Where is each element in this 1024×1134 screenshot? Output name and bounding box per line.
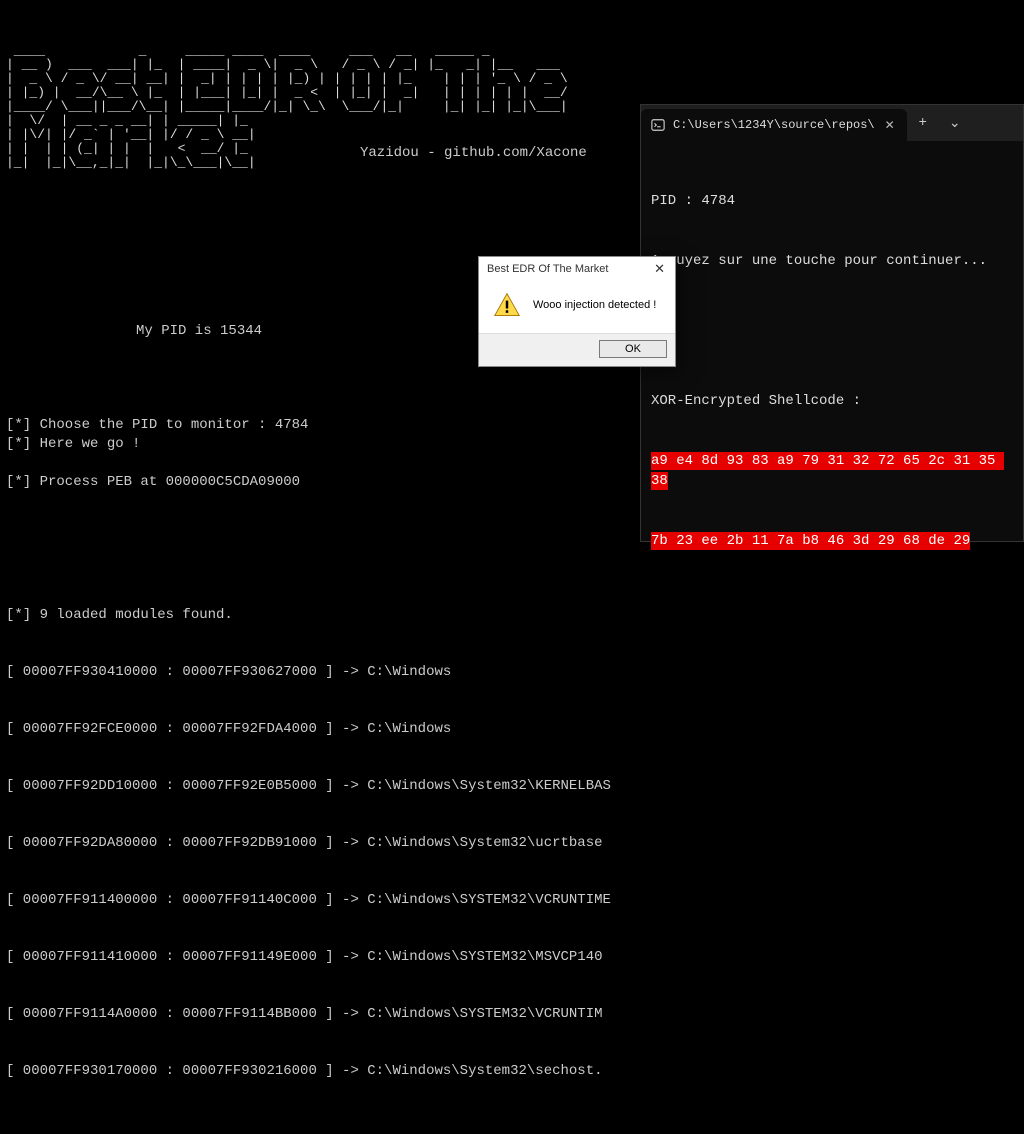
tab-close-icon[interactable]: ✕ xyxy=(883,118,897,133)
new-tab-button[interactable]: + xyxy=(907,105,939,141)
credit-line: Yazidou - github.com/Xacone xyxy=(360,144,587,162)
terminal-icon xyxy=(651,118,665,132)
dialog-message: Wooo injection detected ! xyxy=(533,299,656,311)
dialog-title: Best EDR Of The Market xyxy=(487,263,608,275)
secondary-terminal-window: C:\Users\1234Y\source\repos\ ✕ + ⌄ PID :… xyxy=(640,104,1024,542)
module-row: [ 00007FF911400000 : 00007FF91140C000 ] … xyxy=(6,891,1018,910)
module-row: [ 00007FF930410000 : 00007FF930627000 ] … xyxy=(6,663,1018,682)
module-row: [ 00007FF92DD10000 : 00007FF92E0B5000 ] … xyxy=(6,777,1018,796)
chevron-down-icon[interactable]: ⌄ xyxy=(939,105,971,141)
module-row: [ 00007FF911410000 : 00007FF91149E000 ] … xyxy=(6,948,1018,967)
modules-header: [*] 9 loaded modules found. xyxy=(6,606,1018,625)
terminal-tab[interactable]: C:\Users\1234Y\source\repos\ ✕ xyxy=(641,109,907,141)
close-icon[interactable]: ✕ xyxy=(650,261,669,277)
pid-line: PID : 4784 xyxy=(651,191,1013,211)
dialog-titlebar[interactable]: Best EDR Of The Market ✕ xyxy=(479,257,675,281)
shellcode-bytes-row: 7b 23 ee 2b 11 7a b8 46 3d 29 68 de 29 xyxy=(651,532,970,550)
dialog-footer: OK xyxy=(479,333,675,366)
module-row: [ 00007FF9114A0000 : 00007FF9114BB000 ] … xyxy=(6,1005,1018,1024)
dialog-body: Wooo injection detected ! xyxy=(479,281,675,333)
module-row: [ 00007FF930170000 : 00007FF930216000 ] … xyxy=(6,1062,1018,1081)
warning-icon xyxy=(493,291,521,319)
secondary-terminal-body: PID : 4784 Appuyez sur une touche pour c… xyxy=(641,141,1023,601)
alert-dialog: Best EDR Of The Market ✕ Wooo injection … xyxy=(478,256,676,367)
shellcode-bytes-row: a9 e4 8d 93 83 a9 79 31 32 72 65 2c 31 3… xyxy=(651,452,1004,490)
window-titlebar[interactable]: C:\Users\1234Y\source\repos\ ✕ + ⌄ xyxy=(641,105,1023,141)
continue-prompt: Appuyez sur une touche pour continuer... xyxy=(651,251,1013,271)
ok-button[interactable]: OK xyxy=(599,340,667,358)
modules-block: [*] 9 loaded modules found. [ 00007FF930… xyxy=(6,568,1018,1119)
shellcode-header: XOR-Encrypted Shellcode : xyxy=(651,391,1013,411)
module-row: [ 00007FF92FCE0000 : 00007FF92FDA4000 ] … xyxy=(6,720,1018,739)
module-row: [ 00007FF92DA80000 : 00007FF92DB91000 ] … xyxy=(6,834,1018,853)
tab-title: C:\Users\1234Y\source\repos\ xyxy=(673,118,875,132)
